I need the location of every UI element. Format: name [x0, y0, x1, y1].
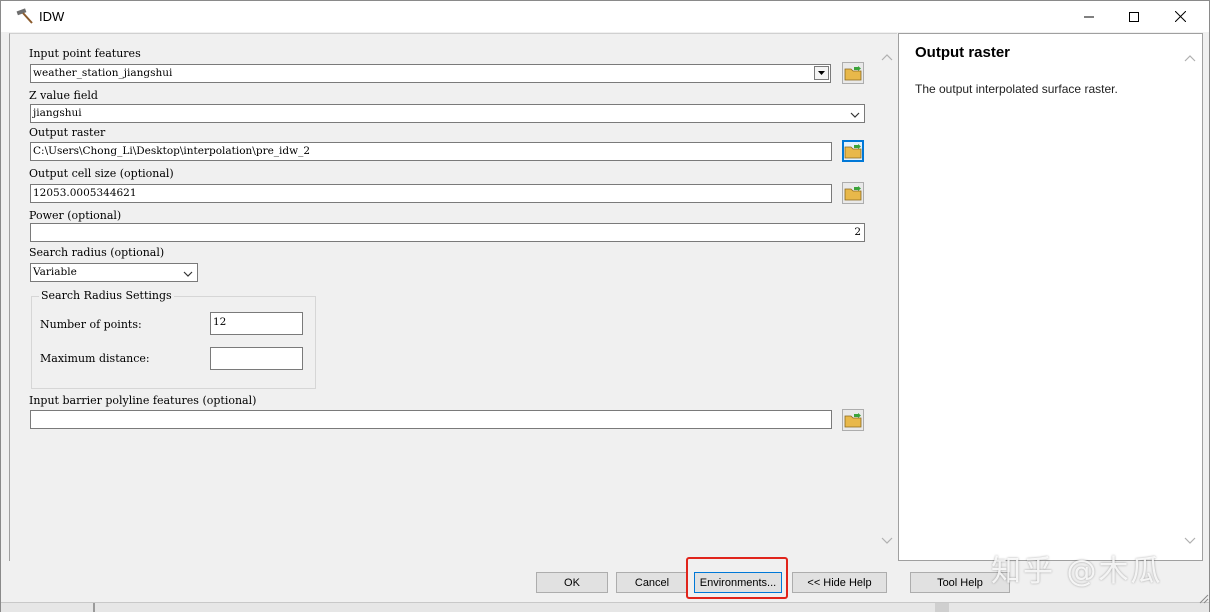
output-raster-label: Output raster — [29, 126, 106, 139]
resize-grip-icon[interactable] — [1197, 592, 1209, 604]
open-folder-icon — [844, 186, 862, 201]
z-value-field-value: jiangshui — [33, 107, 82, 119]
search-radius-settings-title: Search Radius Settings — [39, 289, 174, 302]
help-title: Output raster — [915, 44, 1011, 61]
input-point-features-browse-button[interactable] — [842, 62, 864, 84]
number-of-points-value: 12 — [213, 316, 227, 328]
scroll-up-icon[interactable] — [1184, 51, 1196, 65]
edge-divider — [93, 603, 95, 612]
ok-button[interactable]: OK — [536, 572, 608, 593]
power-input[interactable]: 2 — [30, 223, 865, 242]
dropdown-arrow-icon[interactable] — [814, 66, 829, 80]
maximize-icon — [1129, 11, 1139, 22]
output-raster-value: C:\Users\Chong_Li\Desktop\interpolation\… — [33, 145, 311, 157]
search-radius-label: Search radius (optional) — [29, 246, 165, 259]
close-button[interactable] — [1157, 1, 1203, 32]
open-folder-icon — [844, 144, 862, 159]
hammer-icon — [15, 7, 35, 25]
output-raster-input[interactable]: C:\Users\Chong_Li\Desktop\interpolation\… — [30, 142, 832, 161]
number-of-points-label: Number of points: — [40, 318, 142, 331]
title-bar: IDW — [1, 1, 1209, 32]
idw-dialog-window: IDW Input point features weather_station… — [0, 0, 1210, 612]
watermark-text: 知乎 @木瓜 — [991, 554, 1163, 589]
close-icon — [1174, 11, 1186, 22]
output-cell-size-input[interactable]: 12053.0005344621 — [30, 184, 832, 203]
search-radius-settings-group — [31, 296, 316, 389]
z-value-field-combo[interactable]: jiangshui — [30, 104, 865, 123]
power-label: Power (optional) — [29, 209, 122, 222]
parameters-scrollbar[interactable] — [877, 34, 897, 560]
power-value: 2 — [854, 226, 861, 238]
search-radius-select[interactable]: Variable — [30, 263, 198, 282]
input-point-features-value: weather_station_jiangshui — [33, 67, 173, 79]
window-bottom-edge — [1, 602, 1209, 612]
scroll-down-icon[interactable] — [881, 534, 893, 544]
help-panel: Output raster The output interpolated su… — [898, 33, 1203, 561]
input-barrier-input[interactable] — [30, 410, 832, 429]
hide-help-button[interactable]: << Hide Help — [792, 572, 887, 593]
input-point-features-combo[interactable]: weather_station_jiangshui — [30, 64, 831, 83]
input-barrier-label: Input barrier polyline features (optiona… — [29, 394, 257, 407]
input-point-features-label: Input point features — [29, 47, 141, 60]
z-value-field-label: Z value field — [29, 89, 98, 102]
output-cell-size-value: 12053.0005344621 — [33, 187, 137, 199]
environments-highlight-annotation — [686, 557, 788, 599]
window-title: IDW — [39, 9, 65, 24]
search-radius-value: Variable — [33, 266, 77, 278]
minimize-button[interactable] — [1066, 1, 1112, 32]
number-of-points-input[interactable]: 12 — [210, 312, 303, 335]
maximum-distance-input[interactable] — [210, 347, 303, 370]
minimize-icon — [1084, 16, 1094, 17]
maximize-button[interactable] — [1111, 1, 1157, 32]
open-folder-icon — [844, 66, 862, 81]
output-cell-size-label: Output cell size (optional) — [29, 167, 174, 180]
input-barrier-browse-button[interactable] — [842, 409, 864, 431]
scroll-up-icon[interactable] — [881, 50, 893, 61]
output-cell-size-browse-button[interactable] — [842, 182, 864, 204]
open-folder-icon — [844, 413, 862, 428]
cancel-button[interactable]: Cancel — [616, 572, 688, 593]
chevron-down-icon — [850, 108, 860, 122]
output-raster-browse-button[interactable] — [842, 140, 864, 162]
scroll-down-icon[interactable] — [1184, 534, 1196, 548]
edge-divider — [935, 603, 949, 612]
maximum-distance-label: Maximum distance: — [40, 352, 150, 365]
parameters-panel: Input point features weather_station_jia… — [9, 33, 897, 561]
help-description: The output interpolated surface raster. — [915, 82, 1118, 96]
chevron-down-icon — [183, 267, 193, 281]
